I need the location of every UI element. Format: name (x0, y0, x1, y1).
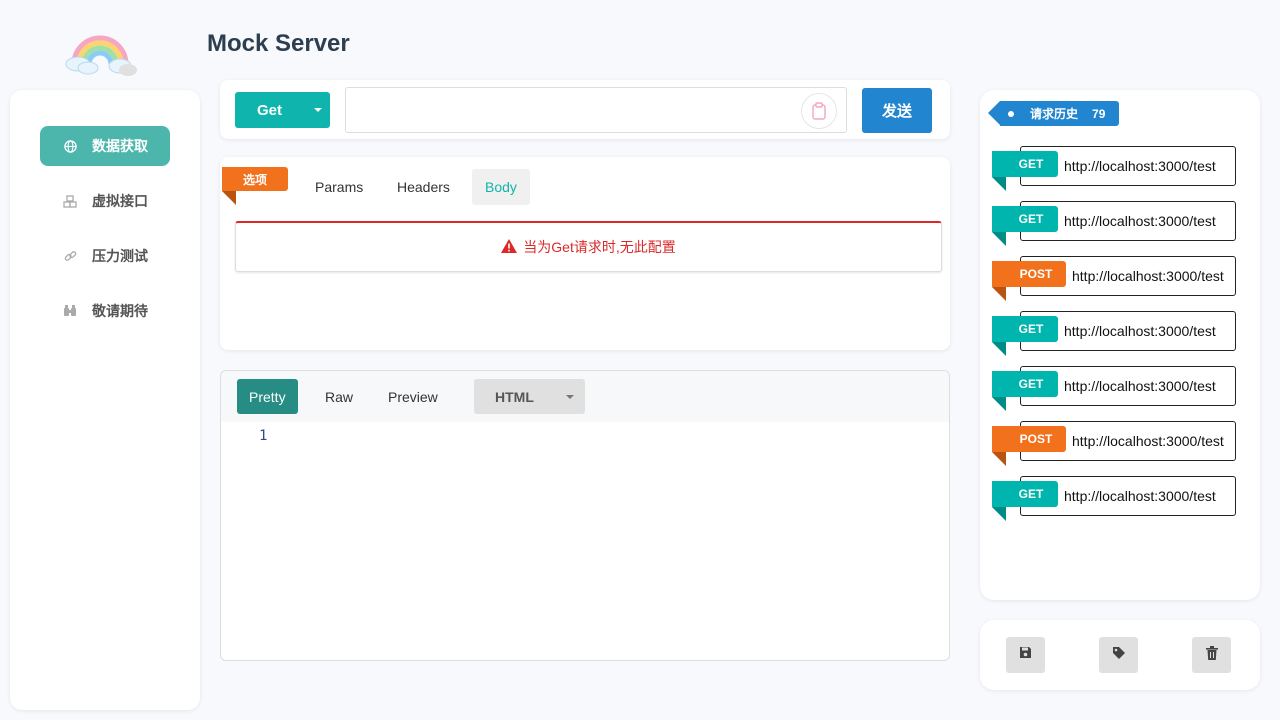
binoculars-icon (62, 303, 78, 319)
history-panel: 请求历史 79 http://localhost:3000/test GET h… (980, 90, 1260, 600)
method-dropdown[interactable]: Get (235, 92, 330, 128)
response-panel: Pretty Raw Preview HTML 1 (220, 370, 950, 661)
history-count: 79 (1092, 106, 1106, 121)
tab-headers[interactable]: Headers (384, 169, 463, 205)
line-number: 1 (259, 428, 268, 444)
history-actions (980, 620, 1260, 690)
warning-message: 当为Get请求时,无此配置 (235, 221, 942, 272)
format-label: HTML (495, 388, 534, 405)
rainbow-logo (64, 30, 138, 80)
delete-button[interactable] (1192, 637, 1231, 673)
page-title: Mock Server (207, 30, 350, 57)
request-bar: Get 发送 (220, 80, 950, 139)
history-title: 请求历史 (1030, 107, 1079, 121)
sidebar: 数据获取 虚拟接口 压力测试 敬请期待 (10, 90, 200, 710)
response-toolbar: Pretty Raw Preview HTML (221, 371, 949, 422)
tag-fold (992, 397, 1006, 411)
history-item[interactable]: http://localhost:3000/test GET (992, 201, 1237, 246)
history-item[interactable]: http://localhost:3000/test GET (992, 366, 1237, 411)
send-button[interactable]: 发送 (862, 88, 932, 133)
dot-icon (1008, 111, 1014, 117)
warning-icon (501, 238, 518, 256)
url-input[interactable] (345, 87, 847, 133)
cubes-icon (62, 193, 78, 209)
history-item[interactable]: http://localhost:3000/test GET (992, 146, 1237, 191)
tag-fold (992, 232, 1006, 246)
format-dropdown[interactable]: HTML (474, 379, 585, 414)
method-tag: GET (992, 151, 1058, 177)
tag-fold (992, 177, 1006, 191)
history-item[interactable]: http://localhost:3000/test POST (992, 421, 1237, 466)
tag-fold (992, 507, 1006, 521)
chevron-down-icon (314, 108, 322, 112)
tab-body[interactable]: Body (472, 169, 530, 205)
method-tag: GET (992, 481, 1058, 507)
tag-icon (1112, 646, 1126, 665)
method-label: Get (257, 101, 283, 119)
ribbon-fold (222, 191, 236, 205)
globe-icon (62, 138, 78, 154)
tag-fold (992, 342, 1006, 356)
save-button[interactable] (1006, 637, 1045, 673)
method-tag: GET (992, 206, 1058, 232)
sidebar-item-label: 压力测试 (92, 248, 148, 264)
method-tag: POST (992, 426, 1066, 452)
method-tag: GET (992, 316, 1058, 342)
tag-fold (992, 452, 1006, 466)
tab-raw[interactable]: Raw (313, 379, 365, 414)
method-tag: GET (992, 371, 1058, 397)
history-item[interactable]: http://localhost:3000/test GET (992, 476, 1237, 521)
history-item[interactable]: http://localhost:3000/test GET (992, 311, 1237, 356)
sidebar-item-coming-soon[interactable]: 敬请期待 (40, 291, 170, 331)
history-item[interactable]: http://localhost:3000/test POST (992, 256, 1237, 301)
tag-button[interactable] (1099, 637, 1138, 673)
tab-params[interactable]: Params (302, 169, 376, 205)
history-label: 请求历史 79 (988, 101, 1119, 126)
save-icon (1019, 646, 1032, 664)
tag-fold (992, 287, 1006, 301)
sidebar-item-virtual-api[interactable]: 虚拟接口 (40, 181, 170, 221)
sidebar-item-label: 虚拟接口 (92, 193, 148, 209)
method-tag: POST (992, 261, 1066, 287)
trash-icon (1205, 645, 1218, 665)
warning-text: 当为Get请求时,无此配置 (523, 239, 676, 255)
tab-preview[interactable]: Preview (376, 379, 450, 414)
tab-pretty[interactable]: Pretty (237, 379, 298, 414)
chevron-down-icon (566, 395, 574, 399)
sidebar-item-stress-test[interactable]: 压力测试 (40, 236, 170, 276)
link-icon (62, 248, 78, 264)
clipboard-icon[interactable] (801, 93, 837, 129)
options-panel: 选项 Params Headers Body 当为Get请求时,无此配置 (220, 157, 950, 350)
options-ribbon: 选项 (222, 167, 288, 191)
sidebar-item-label: 敬请期待 (92, 303, 148, 319)
sidebar-item-label: 数据获取 (92, 138, 148, 154)
sidebar-item-data-fetch[interactable]: 数据获取 (40, 126, 170, 166)
